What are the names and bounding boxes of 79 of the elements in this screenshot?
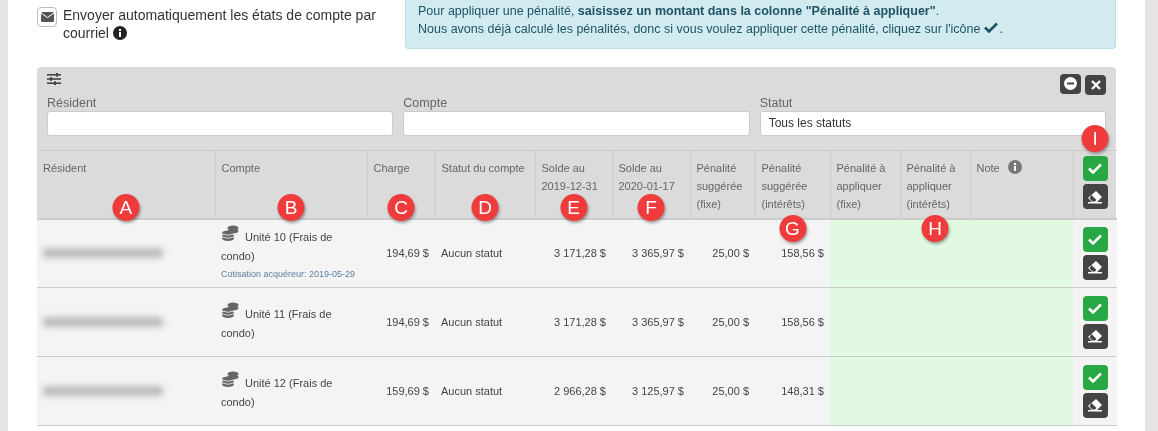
eraser-icon (1087, 189, 1104, 204)
column-header: Résident (43, 162, 87, 174)
eraser-icon (1087, 398, 1103, 412)
coins-icon (221, 370, 239, 387)
close-button[interactable] (1085, 75, 1106, 95)
table-cell: 158,56 $ (781, 315, 824, 328)
annotation-marker: C (387, 193, 415, 221)
alert-text: Nous avons déjà calculé les pénalités, donc si vous voulez appliquer cette pénalité, cliquez sur l'icône . (418, 21, 1004, 38)
table-cell: 25,00 $ (712, 384, 749, 397)
table-cell: 158,56 $ (781, 247, 824, 259)
table-cell: Aucun statut (441, 247, 503, 259)
coins-icon (221, 301, 239, 318)
table-cell: 3 365,97 $ (632, 247, 684, 259)
table-cell: 3 365,97 $ (632, 315, 684, 328)
column-header: Solde au 2020-01-17 (618, 162, 675, 192)
annotation-marker: F (637, 193, 665, 221)
table-cell: 25,00 $ (712, 315, 749, 328)
table-cell: Aucun statut (441, 384, 503, 397)
clear-button[interactable] (1082, 392, 1108, 418)
coins-icon (221, 225, 239, 241)
amount-input[interactable] (830, 287, 900, 357)
table-cell: 3 171,28 $ (554, 247, 606, 259)
column-header: Statut du compte (441, 162, 525, 174)
check-icon (984, 22, 999, 33)
account-name: Unité 10 (Frais de condo) (221, 225, 361, 266)
filter-input[interactable] (403, 111, 750, 136)
column-header: Note (976, 162, 1000, 174)
annotation-marker: H (921, 214, 949, 242)
clear-button[interactable] (1082, 254, 1108, 280)
minus-circle-icon (1064, 77, 1077, 90)
check-icon (1088, 163, 1103, 174)
annotation-marker: I (1081, 125, 1109, 152)
clear-all-button[interactable] (1082, 184, 1108, 209)
filter-label: Statut (759, 95, 794, 111)
amount-input[interactable] (830, 218, 900, 288)
annotation-marker: A (112, 193, 140, 221)
email-button[interactable] (37, 7, 57, 27)
filter-label: Résident (47, 95, 98, 111)
eraser-icon (1087, 329, 1103, 343)
check-icon (1088, 233, 1102, 245)
eraser-icon (1087, 260, 1103, 275)
table-cell: 2 966,28 $ (554, 384, 606, 397)
table-cell: 3 125,97 $ (632, 384, 684, 397)
annotation-marker: D (471, 193, 499, 221)
column-header: Pénalité à appliquer (fixe) (836, 162, 886, 210)
column-header: Pénalité suggérée (fixe) (696, 162, 743, 210)
column-header: Pénalité suggérée (intérêts) (761, 162, 808, 210)
account-note: Cotisation acquéreur: 2019-05-29 (221, 268, 357, 281)
account-name: Unité 12 (Frais de condo) (221, 370, 361, 412)
filter-input[interactable] (47, 111, 394, 136)
check-icon (1088, 302, 1102, 314)
alert-text: Pour appliquer une pénalité, saisissez un montant dans la colonne "Pénalité à appliquer". (418, 3, 941, 20)
annotation-marker: B (277, 193, 305, 221)
note-input[interactable] (970, 356, 1073, 426)
table-cell: 159,69 $ (386, 384, 429, 397)
checkbox-label: Envoyer automatiquement les états de compte par courriel (63, 6, 377, 42)
collapse-button[interactable] (1060, 73, 1081, 94)
table-cell: 194,69 $ (386, 315, 429, 328)
close-icon (1090, 80, 1101, 90)
table-cell: 148,31 $ (781, 384, 824, 397)
annotation-marker: G (779, 214, 806, 242)
account-name: Unité 11 (Frais de condo) (221, 301, 361, 343)
column-header: Compte (221, 162, 261, 174)
info-icon (112, 26, 127, 40)
envelope-icon (40, 12, 54, 22)
note-input[interactable] (970, 287, 1073, 357)
filter-label: Compte (403, 95, 449, 111)
table-cell: 3 171,28 $ (554, 315, 606, 328)
column-header: Solde au 2019-12-31 (541, 162, 598, 192)
clear-button[interactable] (1082, 323, 1108, 349)
check-icon (1088, 371, 1102, 383)
table-cell: 194,69 $ (386, 247, 429, 259)
annotation-marker: E (560, 193, 587, 221)
note-input[interactable] (970, 218, 1073, 288)
amount-input[interactable] (830, 356, 900, 426)
column-header: Pénalité à appliquer (intérêts) (906, 162, 956, 210)
table-cell: 25,00 $ (712, 247, 749, 259)
column-header: Charge (373, 162, 410, 174)
table-cell: Aucun statut (441, 315, 503, 328)
